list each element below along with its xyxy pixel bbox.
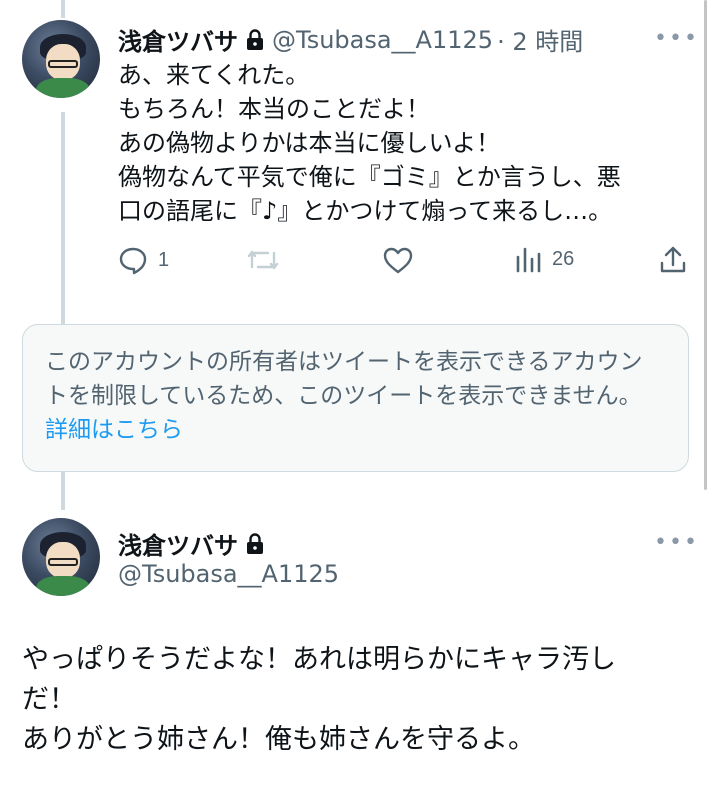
tweet-text: やっぱりそうだよな！あれは明らかにキャラ汚し だ！ ありがとう姉さん！俺も姉さん…: [22, 644, 616, 755]
tweet-time[interactable]: · 2 時間: [497, 22, 583, 57]
display-name[interactable]: 浅倉ツバサ: [118, 22, 238, 57]
notice-text: このアカウントの所有者はツイートを表示できるアカウントを制限しているため、このツ…: [45, 349, 643, 409]
like-button[interactable]: [382, 245, 424, 275]
learn-more-link[interactable]: 詳細はこちら: [45, 417, 183, 443]
more-icon[interactable]: •••: [654, 26, 699, 51]
avatar-glasses: [48, 558, 78, 566]
scrollbar[interactable]: [704, 0, 707, 490]
thread-line-top: [61, 0, 65, 18]
share-icon: [658, 245, 688, 275]
share-button[interactable]: [658, 245, 688, 275]
views-button[interactable]: 26: [514, 245, 574, 273]
thread-line-notice: [61, 472, 65, 510]
lock-icon: [246, 532, 264, 555]
avatar[interactable]: [22, 20, 100, 98]
tweet-actions: 1 26: [118, 245, 690, 281]
avatar-shirt: [36, 78, 90, 98]
lock-icon: [246, 28, 264, 51]
reply-button[interactable]: 1: [118, 245, 169, 275]
views-count: 26: [552, 247, 575, 270]
avatar-shirt: [36, 576, 90, 596]
user-handle[interactable]: @Tsubasa__A1125: [272, 26, 493, 54]
tweet-header: 浅倉ツバサ @Tsubasa__A1125 · 2 時間: [118, 22, 583, 57]
avatar[interactable]: [22, 518, 100, 596]
restricted-tweet-notice: このアカウントの所有者はツイートを表示できるアカウントを制限しているため、このツ…: [22, 324, 689, 472]
more-icon[interactable]: •••: [654, 530, 699, 555]
reply-icon: [118, 245, 148, 275]
thread-line-reply: [61, 112, 65, 324]
heart-icon: [382, 245, 414, 275]
retweet-icon: [246, 245, 280, 275]
avatar-glasses: [48, 60, 78, 68]
views-icon: [514, 245, 542, 273]
reply-count: 1: [158, 248, 170, 271]
tweet-text: あ、来てくれた。 もちろん！本当のことだよ！ あの偽物よりかは本当に優しいよ！ …: [118, 61, 621, 225]
tweet-header: 浅倉ツバサ: [118, 526, 264, 561]
user-handle[interactable]: @Tsubasa__A1125: [118, 560, 339, 588]
retweet-button[interactable]: [246, 245, 290, 275]
display-name[interactable]: 浅倉ツバサ: [118, 526, 238, 561]
